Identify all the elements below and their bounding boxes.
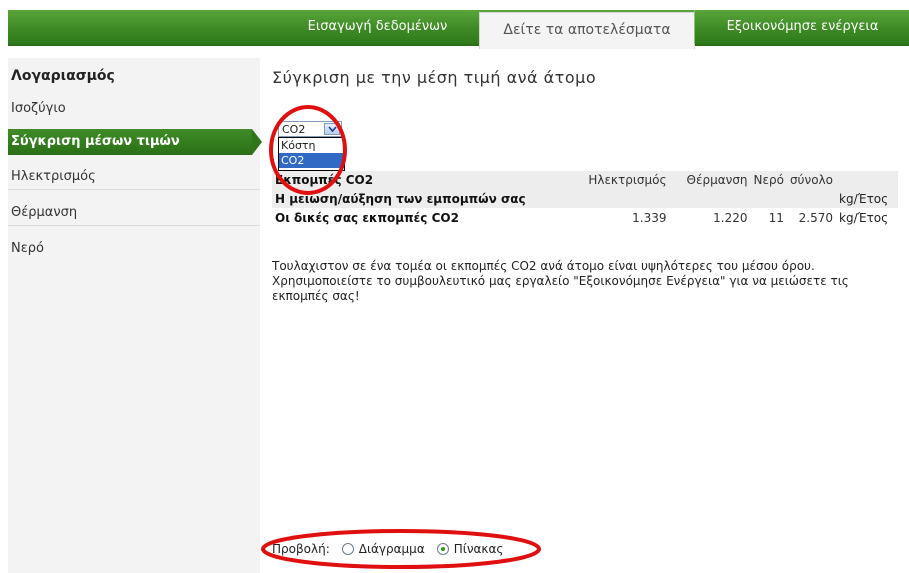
view-option-table[interactable]: Πίνακας (436, 542, 504, 556)
cell-unit: kg/Έτος (836, 189, 898, 208)
cell-electricity: 1.339 (632, 210, 667, 225)
cell-water (750, 189, 787, 208)
metric-dropdown-list: Κόστη CO2 (278, 137, 345, 171)
tab-results[interactable]: Δείτε τα αποτελέσματα (479, 12, 695, 49)
cell-water: 11 (768, 210, 784, 225)
radio-table[interactable] (436, 543, 449, 555)
table-header-heating: Θέρμανση (669, 171, 751, 189)
dropdown-option-cost[interactable]: Κόστη (279, 138, 344, 153)
row-label: Οι δικές σας εκπομπές CO2 (275, 210, 459, 225)
tab-save-energy[interactable]: Εξοικονόμησε ενέργεια (694, 10, 909, 44)
dropdown-option-co2[interactable]: CO2 (279, 153, 344, 168)
row-label: Η μείωση/αύξηση των εμπομπών σας (272, 189, 579, 208)
page-title: Σύγκριση με την μέση τιμή ανά άτομο (272, 68, 597, 87)
tab-data-entry[interactable]: Εισαγωγή δεδομένων (276, 10, 479, 44)
cell-electricity (578, 189, 670, 208)
main-content: Σύγκριση με την μέση τιμή ανά άτομο CO2 … (260, 58, 909, 573)
sidebar-item-water[interactable]: Νερό (8, 236, 260, 262)
table-row: Οι δικές σας εκπομπές CO2 1.339 1.220 11… (272, 208, 898, 227)
sidebar: Λογαριασμός Ισοζύγιο Σύγκριση μέσων τιμώ… (8, 58, 262, 573)
table-header-unit (836, 171, 898, 189)
cell-total: 2.570 (798, 210, 833, 225)
table-header-electricity: Ηλεκτρισμός (578, 171, 670, 189)
sidebar-heading: Λογαριασμός (11, 68, 115, 84)
metric-select[interactable]: CO2 (278, 121, 342, 137)
cell-heating (669, 189, 751, 208)
table-row: Η μείωση/αύξηση των εμπομπών σας kg/Έτος (272, 189, 898, 208)
sidebar-item-balance[interactable]: Ισοζύγιο (8, 96, 260, 122)
view-toggle: Προβολή: Διάγραμμα Πίνακας (272, 542, 503, 556)
info-message: Τουλαχιστον σε ένα τομέα οι εκπομπές CO2… (272, 259, 849, 303)
table-header-water: Νερό (750, 171, 787, 189)
table-header-row: Εκπομπές CO2 Ηλεκτρισμός Θέρμανση Νερό σ… (272, 171, 898, 189)
table-header-label: Εκπομπές CO2 (272, 171, 579, 189)
cell-unit: kg/Έτος (839, 210, 889, 225)
emissions-table: Εκπομπές CO2 Ηλεκτρισμός Θέρμανση Νερό σ… (272, 171, 898, 227)
radio-chart[interactable] (341, 543, 354, 555)
view-option-chart[interactable]: Διάγραμμα (341, 542, 425, 556)
view-label: Προβολή: (272, 542, 330, 556)
table-header-total: σύνολο (786, 171, 836, 189)
sidebar-item-average-comparison[interactable]: Σύγκριση μέσων τιμών (8, 129, 252, 155)
sidebar-item-electricity[interactable]: Ηλεκτρισμός (8, 164, 260, 190)
top-navigation-bar: Εισαγωγή δεδομένων Δείτε τα αποτελέσματα… (8, 10, 909, 49)
cell-total (786, 189, 836, 208)
view-option-table-label: Πίνακας (453, 542, 504, 556)
metric-select-value: CO2 (282, 123, 306, 136)
chevron-down-icon[interactable] (324, 123, 340, 135)
view-option-chart-label: Διάγραμμα (358, 542, 425, 556)
sidebar-item-heating[interactable]: Θέρμανση (8, 200, 260, 226)
cell-heating: 1.220 (713, 210, 748, 225)
